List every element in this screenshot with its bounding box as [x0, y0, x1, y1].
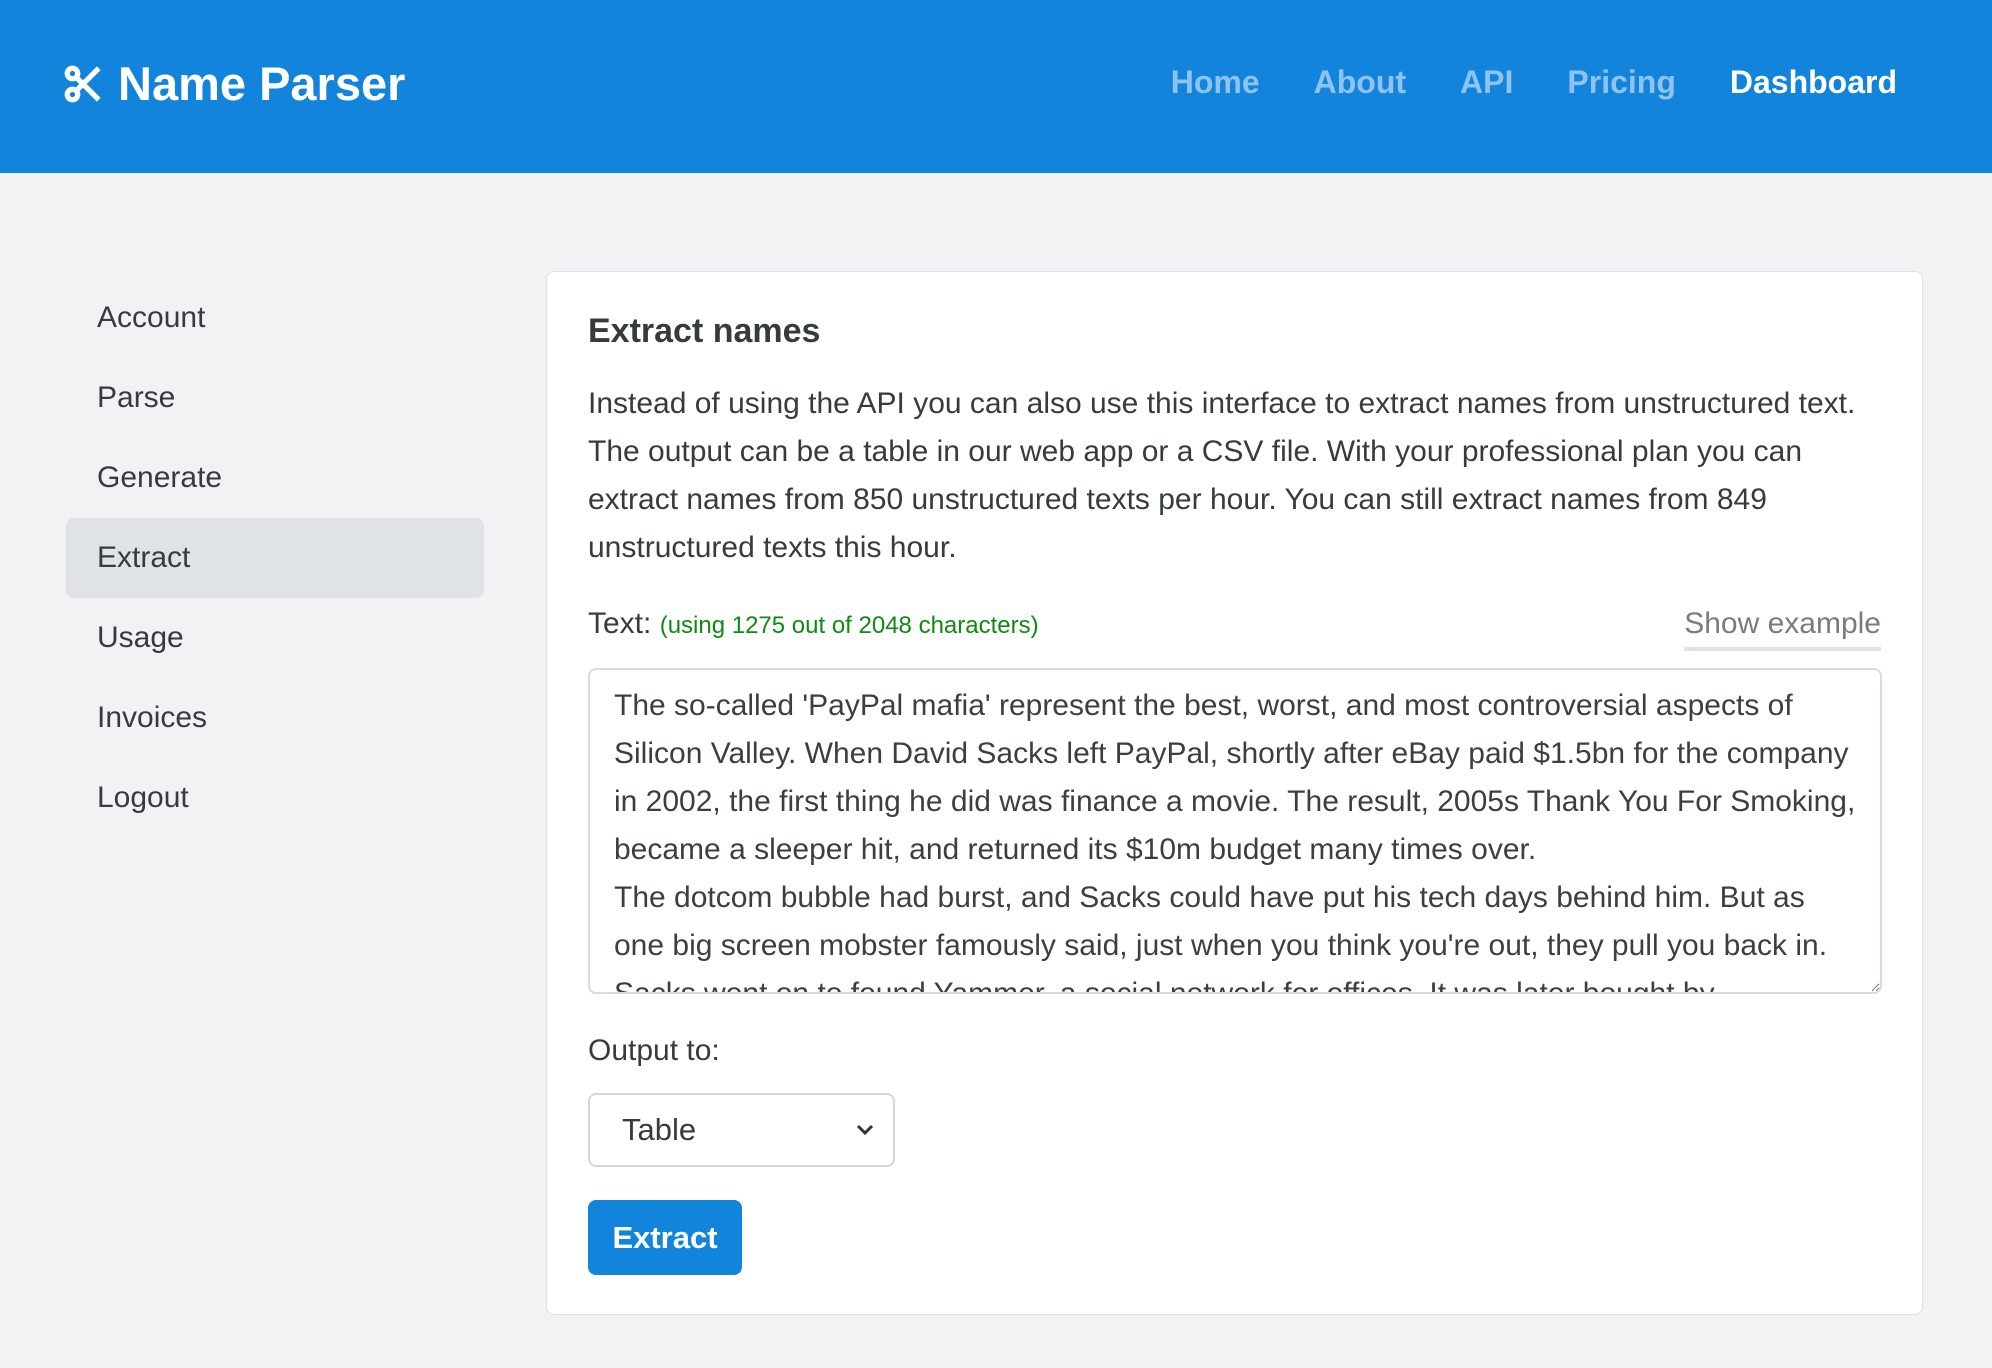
output-select[interactable]: Table	[588, 1093, 895, 1167]
nav-pricing[interactable]: Pricing	[1567, 64, 1675, 101]
nav-dashboard[interactable]: Dashboard	[1730, 64, 1897, 101]
brand-name: Name Parser	[118, 57, 406, 110]
sidebar-item-parse[interactable]: Parse	[66, 358, 484, 438]
nav-home[interactable]: Home	[1171, 64, 1260, 101]
description: Instead of using the API you can also us…	[588, 387, 1856, 564]
output-select-value: Table	[622, 1112, 697, 1147]
show-example-link[interactable]: Show example	[1684, 607, 1881, 651]
extract-button[interactable]: Extract	[588, 1200, 742, 1275]
text-label-text: Text:	[588, 607, 652, 640]
sidebar-item-invoices[interactable]: Invoices	[66, 678, 484, 758]
text-input[interactable]: The so-called 'PayPal mafia' represent t…	[588, 668, 1882, 994]
extract-card: Extract names Instead of using the API y…	[546, 271, 1923, 1315]
chevron-down-icon	[856, 1124, 874, 1136]
nav-api[interactable]: API	[1460, 64, 1513, 101]
scissors-icon	[64, 65, 101, 102]
sidebar-item-logout[interactable]: Logout	[66, 758, 484, 838]
brand-logo[interactable]: Name Parser	[62, 56, 405, 111]
character-count-hint: (using 1275 out of 2048 characters)	[659, 612, 1039, 639]
main-nav: Home About API Pricing Dashboard	[1171, 64, 1897, 101]
sidebar-item-generate[interactable]: Generate	[66, 438, 484, 518]
page-title: Extract names	[588, 312, 821, 350]
output-label: Output to:	[588, 1034, 720, 1067]
top-navbar: Name Parser Home About API Pricing Dashb…	[0, 0, 1992, 173]
sidebar-item-extract[interactable]: Extract	[66, 518, 484, 598]
sidebar-item-usage[interactable]: Usage	[66, 598, 484, 678]
sidebar-item-account[interactable]: Account	[66, 278, 484, 358]
nav-about[interactable]: About	[1314, 64, 1406, 101]
sidebar: Account Parse Generate Extract Usage Inv…	[66, 278, 484, 838]
text-label: Text: (using 1275 out of 2048 characters…	[588, 607, 1039, 641]
